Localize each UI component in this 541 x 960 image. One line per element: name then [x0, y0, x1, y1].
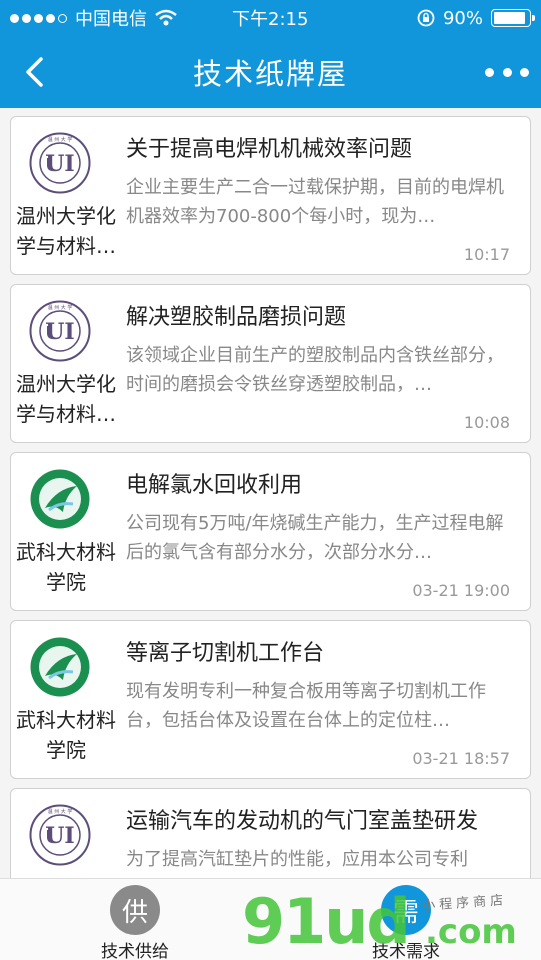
carrier-name: 中国电信 — [75, 9, 147, 30]
status-bar: 中国电信 下午2:15 90% — [0, 0, 541, 36]
nav-bar: 技术纸牌屋 — [0, 36, 541, 108]
item-description: 现有发明专利一种复合板用等离子切割机工作台，包括台体及设置在台体上的定位柱… — [126, 681, 486, 731]
signal-strength-icon — [10, 13, 67, 23]
item-title: 关于提高电焊机机械效率问题 — [126, 137, 413, 162]
list-item[interactable]: 武科大材料学院 电解氯水回收利用公司现有5万吨/年烧碱生产能力，生产过程电解后的氯… — [10, 452, 531, 611]
item-title: 运输汽车的发动机的气门室盖垫研发 — [126, 809, 479, 834]
org-logo-icon: UI 温 州 大 学 — [29, 804, 91, 866]
org-name: 温州大学化学与材料… — [16, 204, 116, 258]
rotation-lock-icon — [417, 9, 435, 27]
more-dot-icon — [520, 67, 529, 77]
item-time: 03-21 19:00 — [412, 581, 510, 600]
battery-fill — [494, 12, 525, 24]
demand-list: UI 温 州 大 学温州大学化学与材料… 关于提高电焊机机械效率问题 企业主要生产二合… — [0, 108, 541, 878]
supply-icon: 供 — [110, 885, 160, 935]
list-item[interactable]: UI温 州 大 学温州大学化运输汽车的发动机的气门室盖垫研发为了提高汽缸垫片的性… — [10, 788, 531, 878]
item-title: 电解氯水回收利用 — [126, 473, 303, 498]
item-description: 企业主要生产二合一过载保护期，目前的电焊机机器效率为700-800个每小时，现为… — [126, 177, 504, 227]
more-dot-icon — [502, 67, 512, 77]
org-logo-icon — [29, 468, 91, 530]
org-name: 武科大材料学院 — [16, 540, 116, 594]
watermark-domain: .com — [425, 912, 517, 952]
org-name: 温州大学化学与材料… — [16, 372, 116, 426]
item-title: 解决塑胶制品磨损问题 — [126, 305, 347, 330]
list-item[interactable]: 武科大材料学院 等离子切割机工作台现有发明专利一种复合板用等离子切割机工作台，包括… — [10, 620, 531, 779]
org-logo-icon: UI 温 州 大 学 — [29, 300, 91, 362]
chevron-left-icon — [26, 57, 43, 87]
status-left: 中国电信 — [10, 5, 177, 31]
battery-percent: 90% — [442, 7, 483, 29]
svg-text:温 州 大 学: 温 州 大 学 — [48, 136, 73, 143]
tab-supply[interactable]: 供 技术供给 — [65, 879, 205, 960]
item-time: 03-21 18:57 — [412, 749, 510, 768]
list-item[interactable]: UI 温 州 大 学温州大学化学与材料… 解决塑胶制品磨损问题该领域企业目前生产的塑… — [10, 284, 531, 443]
org-name: 武科大材料学院 — [16, 708, 116, 762]
more-dot-icon — [485, 67, 494, 77]
list-item[interactable]: UI 温 州 大 学温州大学化学与材料… 关于提高电焊机机械效率问题企业主要生产二合… — [10, 116, 531, 275]
item-time: 10:17 — [463, 245, 510, 264]
status-right: 90% — [417, 7, 535, 29]
svg-text:UI: UI — [45, 151, 74, 177]
wifi-icon — [155, 9, 177, 26]
more-button[interactable] — [485, 58, 529, 86]
battery-icon — [491, 9, 535, 27]
org-logo-icon — [29, 636, 91, 698]
tab-supply-label: 技术供给 — [101, 942, 169, 960]
svg-text:UI: UI — [45, 319, 74, 345]
back-button[interactable] — [14, 50, 54, 94]
status-time: 下午2:15 — [232, 9, 309, 30]
svg-text:温 州 大 学: 温 州 大 学 — [48, 304, 73, 311]
svg-text:温 州 大 学: 温 州 大 学 — [48, 808, 73, 815]
item-time: 10:08 — [463, 413, 510, 432]
item-description: 公司现有5万吨/年烧碱生产能力，生产过程电解后的氯气含有部分水分，次部分水分… — [126, 513, 504, 563]
org-logo-icon: UI 温 州 大 学 — [29, 132, 91, 194]
item-description: 该领域企业目前生产的塑胶制品内含铁丝部分，时间的磨损会令铁丝穿透塑胶制品，… — [126, 345, 504, 395]
page-title: 技术纸牌屋 — [192, 57, 348, 91]
item-description: 为了提高汽缸垫片的性能，应用本公司专利 — [126, 849, 468, 870]
item-title: 等离子切割机工作台 — [126, 641, 325, 666]
watermark-logo: 91ud — [242, 885, 411, 958]
svg-text:UI: UI — [45, 823, 74, 849]
